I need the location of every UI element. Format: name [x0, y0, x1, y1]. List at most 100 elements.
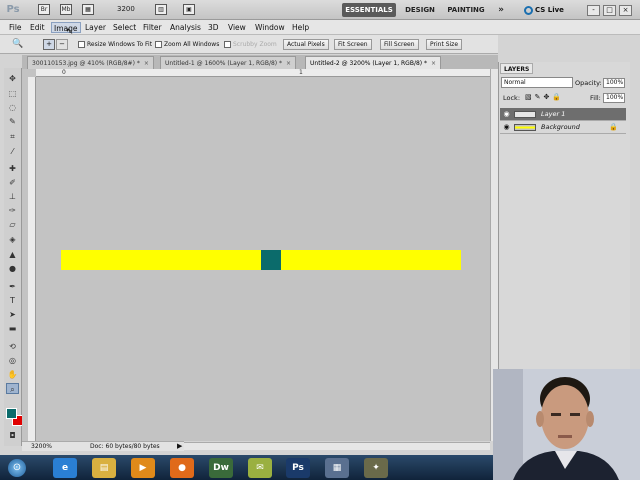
photoshop-taskbar-icon[interactable]: Ps	[286, 458, 310, 478]
fill-screen-button[interactable]: Fill Screen	[380, 39, 419, 50]
visibility-eye-icon[interactable]: ◉	[502, 110, 511, 119]
close-tab-icon[interactable]: ×	[431, 60, 436, 67]
zoom-in-icon[interactable]: +	[43, 39, 55, 50]
screen-mode-icon[interactable]: ▣	[183, 4, 195, 15]
arrange-documents-icon[interactable]: ▥	[155, 4, 167, 15]
lock-label: Lock:	[503, 94, 521, 102]
menu-filter[interactable]: Filter	[141, 22, 164, 33]
foreground-color-swatch[interactable]	[6, 408, 17, 419]
teal-pixel	[261, 250, 281, 270]
tab-document-2[interactable]: Untitled-1 @ 1600% (Layer 1, RGB/8) * ×	[160, 56, 297, 69]
vertical-ruler[interactable]	[28, 77, 36, 441]
zoom-tool-icon[interactable]: ⌕	[6, 383, 19, 394]
scrubby-zoom-checkbox[interactable]: Scrubby Zoom	[224, 40, 277, 50]
visibility-eye-icon[interactable]: ◉	[502, 123, 511, 132]
layer-name: Background	[541, 123, 580, 131]
quick-selection-tool-icon[interactable]: ✎	[6, 116, 19, 127]
horizontal-ruler[interactable]: 0 1	[36, 69, 490, 77]
more-workspaces-button[interactable]: »	[494, 3, 508, 17]
workspace-essentials-button[interactable]: ESSENTIALS	[342, 3, 396, 17]
eraser-tool-icon[interactable]: ▱	[6, 219, 19, 230]
move-tool-icon[interactable]: ✥	[6, 73, 19, 84]
lock-options-icons[interactable]: ▧✎✥🔒	[525, 93, 564, 101]
menu-window[interactable]: Window	[253, 22, 287, 33]
zoom-out-icon[interactable]: −	[56, 39, 68, 50]
minimize-button[interactable]: -	[587, 5, 600, 16]
status-menu-arrow-icon[interactable]: ▶	[177, 442, 182, 451]
layer-row-layer-1[interactable]: ◉ Layer 1	[500, 108, 626, 121]
tools-icon[interactable]: ✦	[364, 458, 388, 478]
close-button[interactable]: ×	[619, 5, 632, 16]
menu-help[interactable]: Help	[290, 22, 311, 33]
path-selection-tool-icon[interactable]: ➤	[6, 309, 19, 320]
status-doc-size: Doc: 60 bytes/80 bytes	[90, 443, 160, 450]
clone-stamp-tool-icon[interactable]: ⊥	[6, 191, 19, 202]
maximize-button[interactable]: □	[603, 5, 616, 16]
resize-windows-checkbox[interactable]: Resize Windows To Fit	[78, 40, 152, 50]
document-icon[interactable]: ▦	[325, 458, 349, 478]
zoom-all-windows-checkbox[interactable]: Zoom All Windows	[155, 40, 219, 50]
workspace-design-button[interactable]: DESIGN	[401, 3, 439, 17]
pen-tool-icon[interactable]: ✒	[6, 281, 19, 292]
actual-pixels-button[interactable]: Actual Pixels	[283, 39, 329, 50]
close-tab-icon[interactable]: ×	[286, 60, 291, 67]
layer-thumbnail	[514, 124, 536, 131]
zoom-tool-preset-icon[interactable]: 🔍	[12, 39, 26, 50]
dodge-tool-icon[interactable]: ●	[6, 263, 19, 274]
hand-tool-icon[interactable]: ✋	[6, 369, 19, 380]
cs-live-label: CS Live	[535, 6, 564, 14]
menu-edit[interactable]: Edit	[28, 22, 47, 33]
3d-orbit-tool-icon[interactable]: ◎	[6, 355, 19, 366]
close-tab-icon[interactable]: ×	[144, 60, 149, 67]
layer-row-background[interactable]: ◉ Background 🔒	[500, 121, 626, 134]
tab-document-1[interactable]: 300110153.jpg @ 410% (RGB/8#) * ×	[27, 56, 154, 69]
shape-tool-icon[interactable]: ▬	[6, 323, 19, 334]
3d-rotate-tool-icon[interactable]: ⟲	[6, 341, 19, 352]
view-extras-icon[interactable]: ▦	[82, 4, 94, 15]
application-bar: Ps Br Mb ▦ 3200 ▥ ▣ ESSENTIALS DESIGN PA…	[0, 0, 640, 20]
blend-mode-dropdown[interactable]: Normal	[501, 77, 573, 88]
launch-minibridge-icon[interactable]: Mb	[60, 4, 72, 15]
fill-field[interactable]: 100%	[603, 93, 625, 103]
history-brush-tool-icon[interactable]: ✑	[6, 205, 19, 216]
opacity-field[interactable]: 100%	[603, 78, 625, 88]
menu-3d[interactable]: 3D	[206, 22, 221, 33]
file-explorer-icon[interactable]: ▤	[92, 458, 116, 478]
eyedropper-tool-icon[interactable]: ⁄	[6, 146, 19, 157]
launch-bridge-icon[interactable]: Br	[38, 4, 50, 15]
menu-bar: File Edit Image Layer Select Filter Anal…	[0, 20, 640, 35]
lasso-tool-icon[interactable]: ◌	[6, 102, 19, 113]
firefox-icon[interactable]: ●	[170, 458, 194, 478]
healing-brush-tool-icon[interactable]: ✚	[6, 163, 19, 174]
media-player-icon[interactable]: ▶	[131, 458, 155, 478]
print-size-button[interactable]: Print Size	[426, 39, 463, 50]
quick-mask-icon[interactable]: ◘	[6, 430, 19, 441]
options-bar: 🔍 + − Resize Windows To Fit Zoom All Win…	[0, 35, 498, 54]
paint-bucket-tool-icon[interactable]: ◈	[6, 234, 19, 245]
messenger-icon[interactable]: ✉	[248, 458, 272, 478]
blur-tool-icon[interactable]: ▲	[6, 249, 19, 260]
layers-tab[interactable]: LAYERS	[500, 63, 534, 74]
tab-document-3[interactable]: Untitled-2 @ 3200% (Layer 1, RGB/8) * ×	[305, 56, 442, 69]
fit-screen-button[interactable]: Fit Screen	[334, 39, 372, 50]
menu-layer[interactable]: Layer	[83, 22, 108, 33]
brush-tool-icon[interactable]: ✐	[6, 177, 19, 188]
dreamweaver-icon[interactable]: Dw	[209, 458, 233, 478]
zoom-level-dropdown[interactable]: 3200	[117, 5, 135, 13]
horizontal-scrollbar[interactable]	[184, 442, 490, 450]
crop-tool-icon[interactable]: ⌗	[6, 131, 19, 142]
workspace-painting-button[interactable]: PAINTING	[444, 3, 488, 17]
start-button[interactable]: ⊙	[8, 459, 26, 477]
tab-label: Untitled-1 @ 1600% (Layer 1, RGB/8) *	[165, 60, 283, 67]
status-zoom[interactable]: 3200%	[31, 442, 52, 451]
type-tool-icon[interactable]: T	[6, 295, 19, 306]
ruler-mark-one: 1	[299, 69, 303, 76]
internet-explorer-icon[interactable]: e	[53, 458, 77, 478]
menu-analysis[interactable]: Analysis	[168, 22, 203, 33]
menu-select[interactable]: Select	[111, 22, 138, 33]
menu-view[interactable]: View	[226, 22, 248, 33]
marquee-tool-icon[interactable]: ⬚	[6, 88, 19, 99]
menu-file[interactable]: File	[7, 22, 24, 33]
tab-label: Untitled-2 @ 3200% (Layer 1, RGB/8) *	[310, 60, 428, 67]
cs-live-button[interactable]: CS Live	[524, 3, 564, 17]
